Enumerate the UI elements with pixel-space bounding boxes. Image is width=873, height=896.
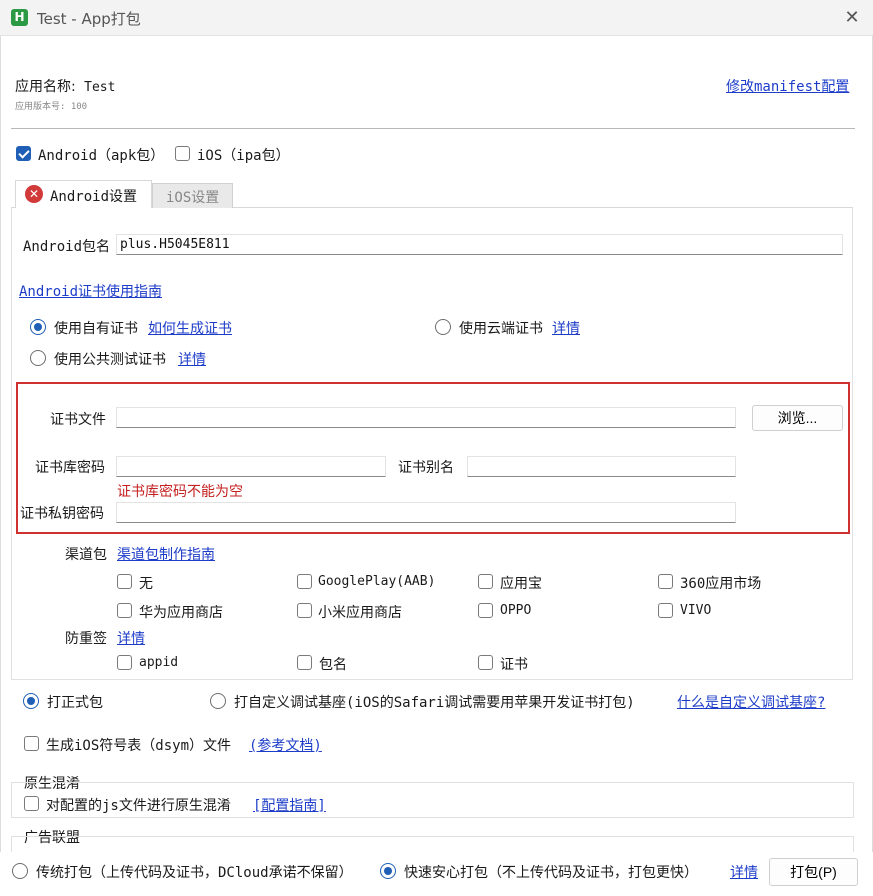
anti-resign-label: 防重签 — [65, 631, 107, 647]
own-cert-label: 使用自有证书 — [54, 321, 138, 337]
anti-resign-label-package: 包名 — [319, 657, 347, 673]
cert-file-input[interactable] — [116, 407, 736, 428]
android-checkbox-label: Android（apk包） — [38, 148, 165, 164]
channel-checkbox-xiaomi[interactable] — [297, 603, 312, 618]
error-icon: ✕ — [25, 185, 43, 203]
own-cert-radio[interactable] — [30, 319, 46, 335]
release-build-label: 打正式包 — [47, 695, 103, 711]
title-bar: H Test - App打包 ✕ — [0, 0, 873, 36]
anti-resign-checkbox-appid[interactable] — [117, 655, 132, 670]
package-name-input[interactable] — [116, 234, 843, 255]
anti-resign-checkbox-package[interactable] — [297, 655, 312, 670]
password-error-message: 证书库密码不能为空 — [117, 484, 243, 500]
channel-checkbox-oppo[interactable] — [478, 603, 493, 618]
app-name-row: 应用名称: Test — [15, 76, 115, 96]
window-title: Test - App打包 — [37, 10, 141, 28]
custom-base-help-link[interactable]: 什么是自定义调试基座? — [677, 692, 825, 712]
cert-file-label: 证书文件 — [50, 412, 106, 428]
cloud-cert-label: 使用云端证书 — [459, 321, 543, 337]
keystore-password-input[interactable] — [116, 456, 386, 477]
hbuilder-app-icon: H — [11, 9, 28, 26]
cert-guide-link[interactable]: Android证书使用指南 — [19, 281, 162, 301]
dsym-label: 生成iOS符号表（dsym）文件 — [46, 738, 232, 754]
channel-label-huawei: 华为应用商店 — [139, 605, 223, 621]
dsym-checkbox[interactable] — [24, 736, 39, 751]
native-obfuscation-checkbox[interactable] — [24, 796, 39, 811]
channel-label: 渠道包 — [65, 547, 107, 563]
channel-label-360: 360应用市场 — [680, 576, 762, 592]
custom-base-radio[interactable] — [210, 693, 226, 709]
anti-resign-checkbox-cert[interactable] — [478, 655, 493, 670]
app-version: 应用版本号: 100 — [15, 102, 88, 112]
channel-checkbox-none[interactable] — [117, 574, 132, 589]
obfuscation-guide-link[interactable]: [配置指南] — [253, 795, 326, 815]
app-name-value: Test — [84, 80, 116, 95]
tab-ios-label: iOS设置 — [166, 190, 220, 206]
channel-label-googleplay: GooglePlay(AAB) — [318, 574, 436, 589]
tab-android-settings[interactable]: ✕ Android设置 — [15, 180, 152, 208]
traditional-pack-radio[interactable] — [12, 863, 28, 879]
channel-label-none: 无 — [139, 576, 153, 592]
ios-checkbox-label: iOS（ipa包） — [197, 148, 290, 164]
channel-guide-link[interactable]: 渠道包制作指南 — [117, 544, 215, 564]
channel-checkbox-360[interactable] — [658, 574, 673, 589]
package-name-label: Android包名 — [23, 239, 111, 255]
native-obfuscation-label: 对配置的js文件进行原生混淆 — [46, 798, 231, 814]
anti-resign-label-cert: 证书 — [500, 657, 528, 673]
keystore-password-label: 证书库密码 — [35, 460, 105, 476]
channel-label-yingyongbao: 应用宝 — [500, 576, 542, 592]
cert-alias-label: 证书别名 — [398, 460, 454, 476]
browse-button[interactable]: 浏览... — [752, 405, 843, 431]
public-test-cert-radio[interactable] — [30, 350, 46, 366]
traditional-pack-label: 传统打包（上传代码及证书，DCloud承诺不保留） — [36, 865, 353, 881]
group-border-segment — [15, 782, 23, 783]
channel-label-oppo: OPPO — [500, 603, 532, 618]
private-key-password-input[interactable] — [116, 502, 736, 523]
dsym-docs-link[interactable]: (参考文档) — [249, 735, 322, 755]
pack-button[interactable]: 打包(P) — [769, 858, 858, 886]
public-cert-details-link[interactable]: 详情 — [178, 349, 206, 369]
divider — [11, 128, 855, 129]
channel-checkbox-googleplay[interactable] — [297, 574, 312, 589]
channel-checkbox-yingyongbao[interactable] — [478, 574, 493, 589]
public-test-cert-label: 使用公共测试证书 — [54, 352, 166, 368]
tab-android-label: Android设置 — [50, 189, 138, 205]
channel-label-xiaomi: 小米应用商店 — [318, 605, 402, 621]
channel-checkbox-huawei[interactable] — [117, 603, 132, 618]
edit-manifest-link[interactable]: 修改manifest配置 — [726, 76, 849, 96]
fast-pack-radio[interactable] — [380, 863, 396, 879]
channel-label-vivo: VIVO — [680, 603, 712, 618]
close-icon[interactable]: ✕ — [841, 7, 863, 29]
fast-pack-label: 快速安心打包（不上传代码及证书，打包更快） — [404, 865, 698, 881]
app-name-label: 应用名称: — [15, 79, 76, 95]
window-border-left — [0, 36, 1, 896]
anti-resign-details-link[interactable]: 详情 — [117, 628, 145, 648]
anti-resign-label-appid: appid — [139, 655, 179, 670]
private-key-password-label: 证书私钥密码 — [20, 506, 104, 522]
tab-ios-settings[interactable]: iOS设置 — [152, 183, 233, 208]
cert-alias-input[interactable] — [467, 456, 736, 477]
cloud-cert-details-link[interactable]: 详情 — [552, 318, 580, 338]
how-to-generate-cert-link[interactable]: 如何生成证书 — [148, 318, 232, 338]
android-checkbox[interactable] — [16, 146, 31, 161]
ios-checkbox[interactable] — [175, 146, 190, 161]
channel-checkbox-vivo[interactable] — [658, 603, 673, 618]
custom-base-label: 打自定义调试基座(iOS的Safari调试需要用苹果开发证书打包) — [234, 695, 635, 711]
fast-pack-details-link[interactable]: 详情 — [730, 862, 758, 882]
release-build-radio[interactable] — [23, 693, 39, 709]
cloud-cert-radio[interactable] — [435, 319, 451, 335]
